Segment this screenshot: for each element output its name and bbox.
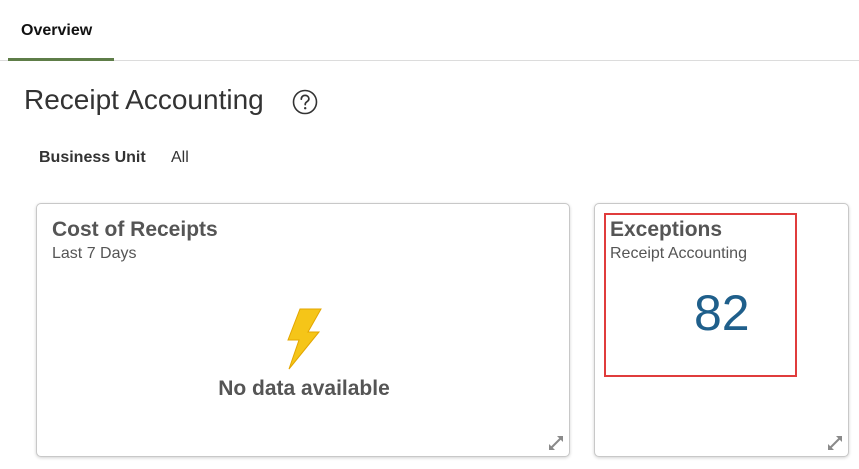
tab-overview[interactable]: Overview bbox=[8, 0, 114, 61]
help-icon[interactable] bbox=[292, 89, 318, 115]
expand-icon[interactable] bbox=[826, 434, 844, 452]
exceptions-title: Exceptions bbox=[610, 218, 723, 241]
cost-of-receipts-subtitle: Last 7 Days bbox=[52, 245, 137, 262]
tab-overview-label: Overview bbox=[21, 22, 93, 39]
cost-of-receipts-card[interactable]: Cost of Receipts Last 7 Days No data ava… bbox=[36, 203, 570, 457]
no-data-message: No data available bbox=[218, 377, 390, 400]
business-unit-label: Business Unit bbox=[39, 149, 146, 166]
exceptions-count[interactable]: 82 bbox=[694, 284, 750, 342]
lightning-bolt-icon bbox=[287, 308, 322, 370]
business-unit-value[interactable]: All bbox=[171, 149, 189, 167]
page-title: Receipt Accounting bbox=[24, 84, 264, 115]
tab-bar: Overview bbox=[0, 0, 859, 61]
expand-icon[interactable] bbox=[547, 434, 565, 452]
exceptions-subtitle: Receipt Accounting bbox=[610, 245, 747, 262]
cost-of-receipts-title: Cost of Receipts bbox=[52, 218, 218, 241]
